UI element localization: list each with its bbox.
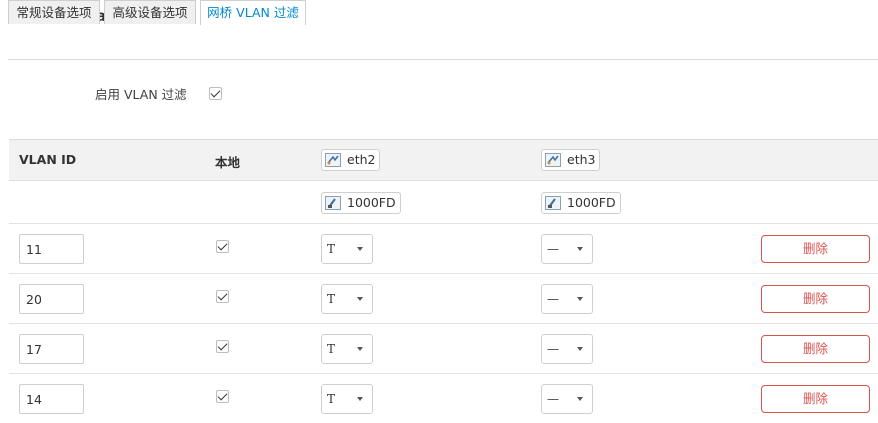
row-divider [9,373,878,374]
select-value: — [547,242,559,256]
eth2-tag-select[interactable]: T [321,234,373,264]
delete-button[interactable]: 删除 [761,285,870,313]
port-speed: 1000FD [567,195,616,210]
enable-vlan-filter-label: 启用 VLAN 过滤 [95,87,187,102]
caret-down-icon [577,347,583,351]
eth2-tag-select[interactable]: T [321,284,373,314]
select-value: — [547,392,559,406]
delete-button[interactable]: 删除 [761,335,870,363]
port-header-eth3: eth3 [541,149,601,171]
caret-down-icon [357,397,363,401]
local-checkbox[interactable] [216,290,229,303]
caret-down-icon [577,297,583,301]
vlan-id-input[interactable] [19,384,84,414]
eth3-tag-select[interactable]: — [541,234,593,264]
delete-button[interactable]: 删除 [761,385,870,413]
local-checkbox[interactable] [216,340,229,353]
select-value: — [547,292,559,306]
enable-vlan-filter-checkbox[interactable] [209,87,222,100]
caret-down-icon [357,297,363,301]
port-name: eth2 [347,152,376,167]
tab-general-options[interactable]: 常规设备选项 [8,0,100,24]
ethernet-port-icon [325,196,341,210]
row-divider [9,323,878,324]
delete-button[interactable]: 删除 [761,235,870,263]
port-name: eth3 [567,152,596,167]
caret-down-icon [577,247,583,251]
table-header [9,139,878,181]
port-header-eth2: eth2 [321,149,381,171]
vlan-id-input[interactable] [19,284,84,314]
ethernet-port-icon [545,196,561,210]
vlan-id-input[interactable] [19,334,84,364]
vlan-id-header: VLAN ID [19,152,77,167]
row-divider [9,223,878,224]
eth3-tag-select[interactable]: — [541,284,593,314]
local-header: 本地 [215,155,241,170]
caret-down-icon [357,347,363,351]
local-checkbox[interactable] [216,240,229,253]
eth2-tag-select[interactable]: T [321,334,373,364]
ethernet-port-icon [325,153,341,167]
select-value: T [327,292,336,306]
tab-advanced-options[interactable]: 高级设备选项 [104,0,196,24]
port-speed-eth2: 1000FD [321,192,401,214]
tab-vlan-filter[interactable]: 网桥 VLAN 过滤 [200,0,306,25]
select-value: — [547,342,559,356]
eth3-tag-select[interactable]: — [541,384,593,414]
ethernet-port-icon [545,153,561,167]
vlan-id-input[interactable] [19,234,84,264]
select-value: T [327,392,336,406]
select-value: T [327,342,336,356]
port-speed: 1000FD [347,195,396,210]
row-divider [9,273,878,274]
eth3-tag-select[interactable]: — [541,334,593,364]
port-speed-eth3: 1000FD [541,192,621,214]
caret-down-icon [357,247,363,251]
caret-down-icon [577,397,583,401]
select-value: T [327,242,336,256]
tab-divider [8,59,878,60]
eth2-tag-select[interactable]: T [321,384,373,414]
local-checkbox[interactable] [216,390,229,403]
